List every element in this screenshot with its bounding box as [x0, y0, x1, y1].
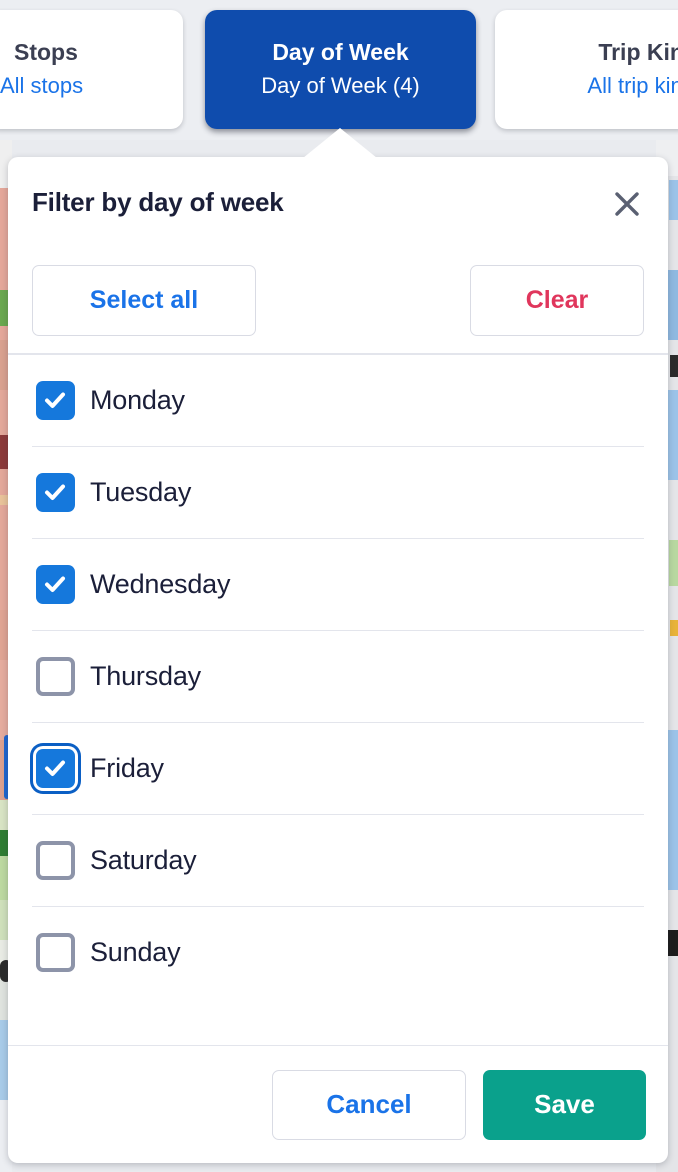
day-row-friday[interactable]: Friday [32, 723, 644, 815]
day-row-saturday[interactable]: Saturday [32, 815, 644, 907]
popup-title: Filter by day of week [32, 186, 284, 217]
filter-card-value: All trip kinds [587, 73, 678, 99]
checkbox-wrapper [32, 561, 78, 607]
map-water-block [667, 270, 678, 340]
day-of-week-list: Monday Tuesday Wednesday Thursday Friday… [8, 355, 668, 1045]
save-button[interactable]: Save [483, 1069, 646, 1140]
day-label: Monday [90, 384, 185, 415]
checkbox-checked-icon[interactable] [35, 380, 75, 420]
filter-card-trip-kind[interactable]: Trip Kind All trip kinds [495, 10, 678, 129]
filter-card-day-of-week[interactable]: Day of Week Day of Week (4) [205, 10, 476, 129]
close-icon[interactable] [608, 185, 646, 223]
checkbox-unchecked-icon[interactable] [35, 656, 75, 696]
day-row-sunday[interactable]: Sunday [32, 907, 644, 999]
day-label: Saturday [90, 844, 197, 875]
checkbox-wrapper [32, 930, 78, 976]
checkbox-wrapper-focused [32, 745, 78, 791]
clear-button[interactable]: Clear [470, 264, 644, 336]
filter-card-title: Trip Kind [598, 39, 678, 66]
filter-card-value: Day of Week (4) [261, 73, 420, 99]
day-label: Tuesday [90, 476, 192, 507]
day-of-week-filter-popup: Filter by day of week Select all Clear M… [8, 157, 668, 1163]
popup-footer: Cancel Save [8, 1046, 668, 1163]
filter-card-value: All stops [0, 73, 84, 99]
popup-header: Filter by day of week [8, 157, 668, 247]
map-label-block [668, 930, 678, 956]
checkbox-wrapper [32, 469, 78, 515]
checkbox-unchecked-icon[interactable] [35, 933, 75, 972]
map-marker-block [670, 620, 678, 636]
filter-card-title: Stops [14, 39, 78, 66]
day-row-tuesday[interactable]: Tuesday [32, 447, 644, 539]
checkbox-checked-icon[interactable] [35, 748, 75, 788]
checkbox-wrapper [32, 653, 78, 699]
popup-pointer-arrow [303, 128, 377, 158]
cancel-button[interactable]: Cancel [272, 1069, 466, 1140]
select-all-button[interactable]: Select all [32, 264, 256, 336]
checkbox-checked-icon[interactable] [35, 472, 75, 512]
map-label-block [670, 355, 678, 377]
checkbox-wrapper [32, 837, 78, 883]
map-water-block [669, 180, 678, 220]
day-label: Wednesday [90, 568, 231, 599]
day-row-wednesday[interactable]: Wednesday [32, 539, 644, 631]
checkbox-unchecked-icon[interactable] [35, 840, 75, 880]
day-label: Friday [90, 752, 164, 783]
day-row-thursday[interactable]: Thursday [32, 631, 644, 723]
map-water-block [668, 390, 678, 480]
bulk-actions-row: Select all Clear [8, 247, 668, 353]
day-label: Sunday [90, 937, 181, 967]
filter-card-stops[interactable]: Stops All stops [0, 10, 183, 129]
filter-card-title: Day of Week [272, 39, 409, 66]
map-green-block [669, 540, 678, 586]
checkbox-wrapper [32, 377, 78, 423]
checkbox-checked-icon[interactable] [35, 564, 75, 604]
day-label: Thursday [90, 660, 201, 691]
filter-bar: Stops All stops Day of Week Day of Week … [0, 0, 678, 140]
day-row-monday[interactable]: Monday [32, 355, 644, 447]
